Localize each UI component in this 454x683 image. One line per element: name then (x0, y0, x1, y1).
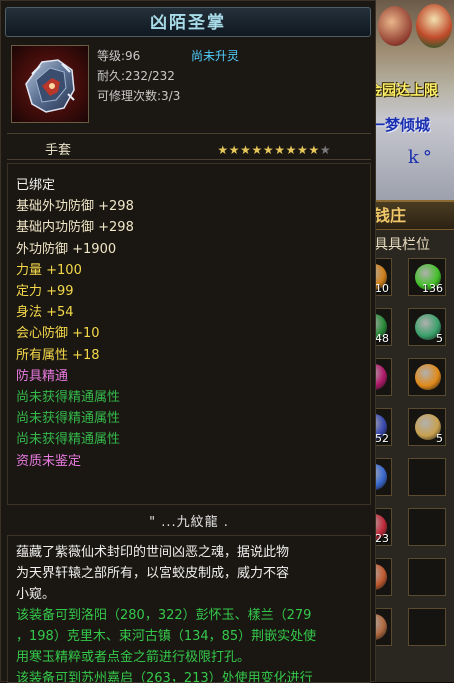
repair-label: 可修理次数: (97, 89, 162, 103)
attribute-line: 防具精通 (16, 368, 69, 384)
inventory-slot[interactable] (408, 558, 446, 596)
item-icon (415, 364, 441, 390)
item-description: 蕴藏了紫薇仙术封印的世间凶恶之魂，据说此物 为天界轩辕之部所有，以宮蛟皮制成，威力… (7, 535, 371, 683)
item-title: 凶陌圣掌 (5, 7, 371, 37)
attribute-list: 已绑定基础外功防御 +298 基础内功防御 +298 外功防御 +1900 力量 +1… (7, 163, 371, 505)
attribute-line: 所有属性 +18 (16, 347, 100, 363)
background-game-ui: 金园达上限 一梦倾城 k° 钱庄 具具栏位 10 136 48 5 52 5 23 (368, 0, 454, 682)
attribute-line: 资质未鉴定 (16, 453, 82, 469)
star-icon: ★ (240, 143, 251, 157)
inventory-slot[interactable]: 5 (408, 408, 446, 446)
attribute-line: 尚未获得精通属性 (16, 390, 121, 405)
attribute-line: 尚未获得精通属性 (16, 432, 121, 448)
description-line: 小窥。 (16, 587, 56, 602)
item-count: 5 (436, 432, 443, 445)
attribute-line: 已绑定 (16, 178, 56, 193)
star-icon: ★ (285, 143, 297, 157)
npc-character[interactable] (378, 6, 412, 46)
level-value: 96 (125, 49, 141, 63)
durability-label: 耐久: (97, 69, 126, 83)
item-count: 48 (375, 332, 389, 345)
item-count: 52 (375, 432, 389, 445)
item-tooltip: 凶陌圣掌 等级:96 尚未升灵 耐久:232/232 可修理次数:3/3 手套 … (0, 0, 376, 683)
description-line: 该装备可到洛阳（280，322）彭怀玉、樣兰（279 (16, 608, 312, 623)
game-scene: 金园达上限 一梦倾城 k° (368, 0, 454, 200)
description-line: 用寒玉精粹或者点金之箭进行极限打孔。 (16, 650, 251, 665)
star-icon: ★ (274, 143, 286, 157)
star-icon: ★ (262, 143, 274, 157)
description-line: 蕴藏了紫薇仙术封印的世间凶恶之魂，据说此物 (16, 545, 290, 560)
item-type: 手套 (45, 143, 72, 158)
inventory-slot[interactable] (408, 358, 446, 396)
item-count: 10 (375, 282, 389, 295)
divider (7, 133, 371, 134)
star-icon: ★ (228, 143, 240, 157)
description-line: 为天界轩辕之部所有，以宮蛟皮制成，威力不容 (16, 566, 290, 581)
scene-banner-text: 金园达上限 (368, 83, 438, 99)
description-line: 该装备可到苏州嘉启（263，213）处使用变化进行 (16, 671, 313, 683)
attribute-line: 尚未获得精通属性 (16, 411, 121, 427)
star-icon: ★ (251, 143, 263, 157)
attribute-line: 会心防御 +10 (16, 326, 100, 342)
attribute-line: 身法 +54 (16, 305, 74, 321)
star-icon: ★ (308, 143, 320, 157)
attribute-line: 基础外功防御 +298 (16, 199, 134, 215)
item-count: 23 (375, 532, 389, 545)
durability-value: 232/232 (125, 69, 175, 83)
repair-stat: 可修理次数:3/3 (97, 87, 180, 104)
level-stat: 等级:96 (97, 47, 140, 64)
attribute-line: 定力 +99 (16, 284, 74, 299)
inventory-slot[interactable]: 136 (408, 258, 446, 296)
level-label: 等级: (97, 49, 126, 63)
item-count: 5 (436, 332, 443, 345)
item-count: 136 (422, 282, 443, 295)
bank-panel-title: 钱庄 (368, 200, 454, 230)
attribute-line: 力量 +100 (16, 262, 82, 278)
inventory-slot[interactable]: 5 (408, 308, 446, 346)
inventory-slot[interactable] (408, 608, 446, 646)
durability-stat: 耐久:232/232 (97, 67, 175, 84)
repair-value: 3/3 (161, 89, 181, 103)
divider (7, 159, 371, 160)
star-icon: ★ (297, 143, 308, 157)
npc-character[interactable] (416, 4, 452, 48)
set-name: " ...九紋龍 . (149, 515, 229, 530)
description-line: ，198）克里木、束河古镇（134，85）荆嵌实处使 (16, 629, 317, 644)
attribute-line: 外功防御 +1900 (16, 241, 117, 257)
inventory-slot[interactable] (408, 458, 446, 496)
star-rating: ★★★★★★★★★★ (217, 139, 331, 157)
inventory-slot[interactable] (408, 508, 446, 546)
attribute-line: 基础内功防御 +298 (16, 220, 134, 236)
player-name[interactable]: 一梦倾城 (370, 114, 454, 134)
star-icon: ★ (319, 143, 331, 157)
star-icon: ★ (217, 143, 229, 157)
gauntlet-icon (11, 45, 89, 123)
spirit-status: 尚未升灵 (191, 49, 240, 63)
bank-panel-subtitle: 具具栏位 (374, 237, 430, 253)
player-tag: k° (408, 147, 436, 168)
